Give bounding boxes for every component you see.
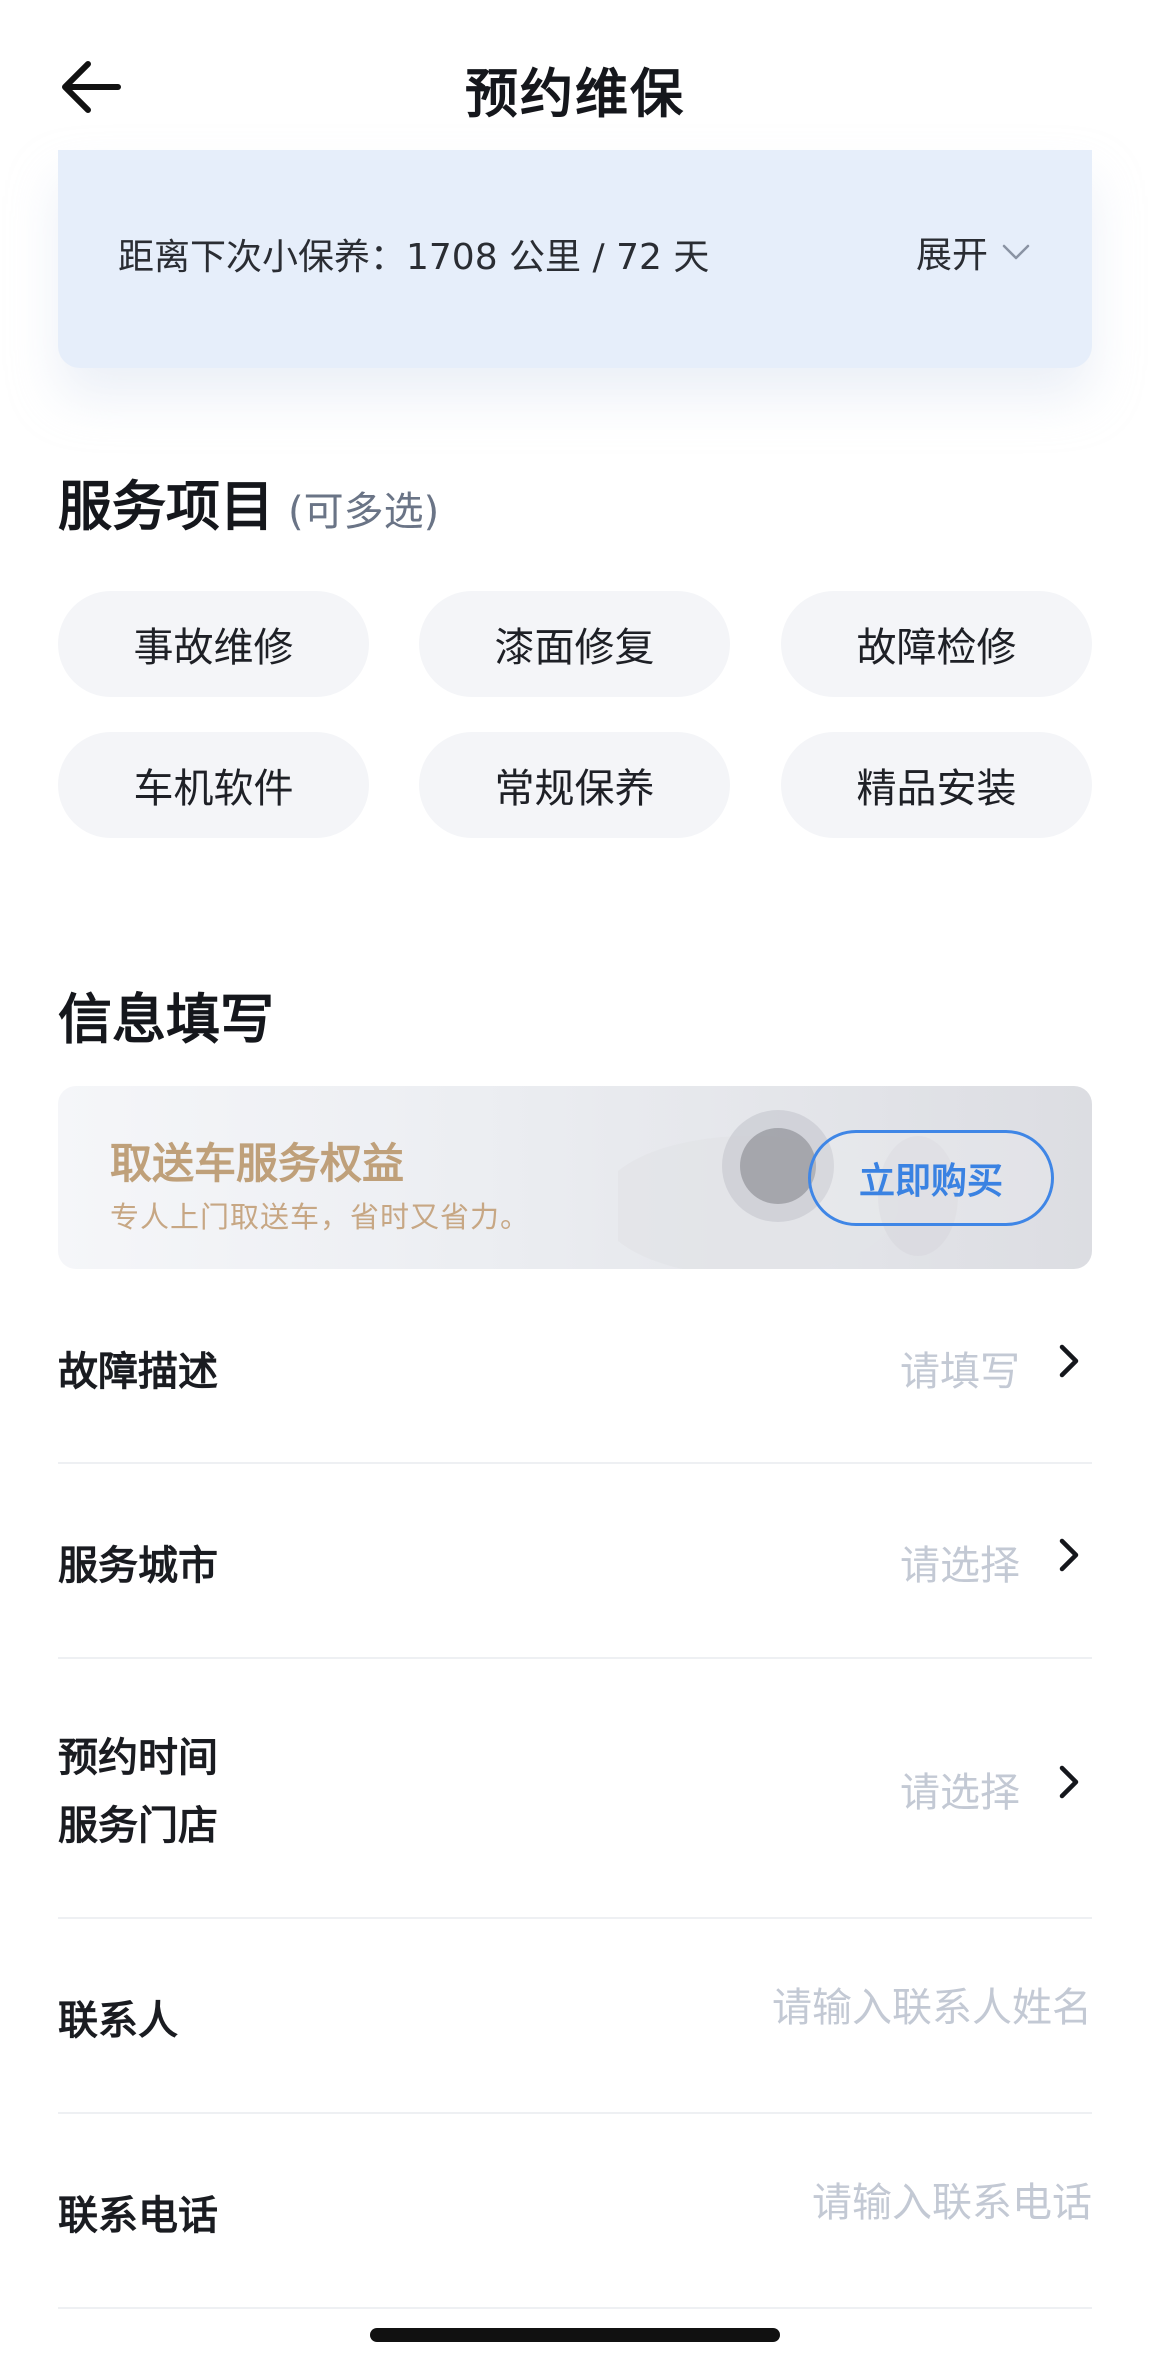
services-subtitle: (可多选) [288,489,440,535]
promo-title: 取送车服务权益 [110,1139,405,1188]
fault-description-label: 故障描述 [58,1349,218,1395]
chevron-right-icon [1059,1765,1079,1799]
expand-label: 展开 [915,235,988,276]
chevron-right-icon [1059,1538,1079,1572]
home-indicator [370,2328,780,2342]
info-title: 信息填写 [58,988,274,1051]
next-service-text: 距离下次小保养：1708 公里 / 72 天 [118,237,710,278]
service-store-label: 服务门店 [58,1803,218,1849]
contact-name-input[interactable] [572,1985,1092,2031]
expand-button[interactable]: 展开 [916,226,1030,278]
service-city-value: 请选择 [900,1543,1020,1589]
top-bar: 预约维保 [0,0,1150,150]
service-chip[interactable]: 常规保养 [419,732,730,838]
maintenance-card: 距离下次小保养：1708 公里 / 72 天 展开 [58,150,1092,368]
promo-subtitle: 专人上门取送车，省时又省力。 [110,1200,531,1234]
page-title: 预约维保 [465,64,685,125]
contact-name-label: 联系人 [58,1998,178,2044]
appointment-time-store-value: 请选择 [900,1770,1020,1816]
page: 预约维保 距离下次小保养：1708 公里 / 72 天 展开 服务项目 (可多选)… [0,0,1150,2371]
service-chip[interactable]: 事故维修 [58,591,369,697]
buy-now-button[interactable]: 立即购买 [808,1130,1054,1226]
appointment-time-label: 预约时间 [58,1735,218,1781]
contact-name-row: 联系人 [58,1919,1092,2114]
contact-phone-input[interactable] [572,2180,1092,2226]
services-heading: 服务项目 (可多选) [58,462,439,541]
chevron-down-icon [1002,244,1030,260]
service-chip[interactable]: 精品安装 [781,732,1092,838]
service-chip[interactable]: 故障检修 [781,591,1092,697]
service-chip[interactable]: 车机软件 [58,732,369,838]
pickup-service-banner[interactable]: 取送车服务权益 专人上门取送车，省时又省力。 立即购买 [58,1086,1092,1269]
fault-description-value: 请填写 [900,1349,1020,1395]
fault-description-row[interactable]: 故障描述 请填写 [58,1269,1092,1464]
contact-phone-label: 联系电话 [58,2193,218,2239]
contact-phone-row: 联系电话 [58,2114,1092,2309]
appointment-time-store-row[interactable]: 预约时间 服务门店 请选择 [58,1659,1092,1919]
service-city-label: 服务城市 [58,1543,218,1589]
chevron-right-icon [1059,1344,1079,1378]
service-chip[interactable]: 漆面修复 [419,591,730,697]
service-city-row[interactable]: 服务城市 请选择 [58,1464,1092,1659]
services-title: 服务项目 [58,475,274,538]
